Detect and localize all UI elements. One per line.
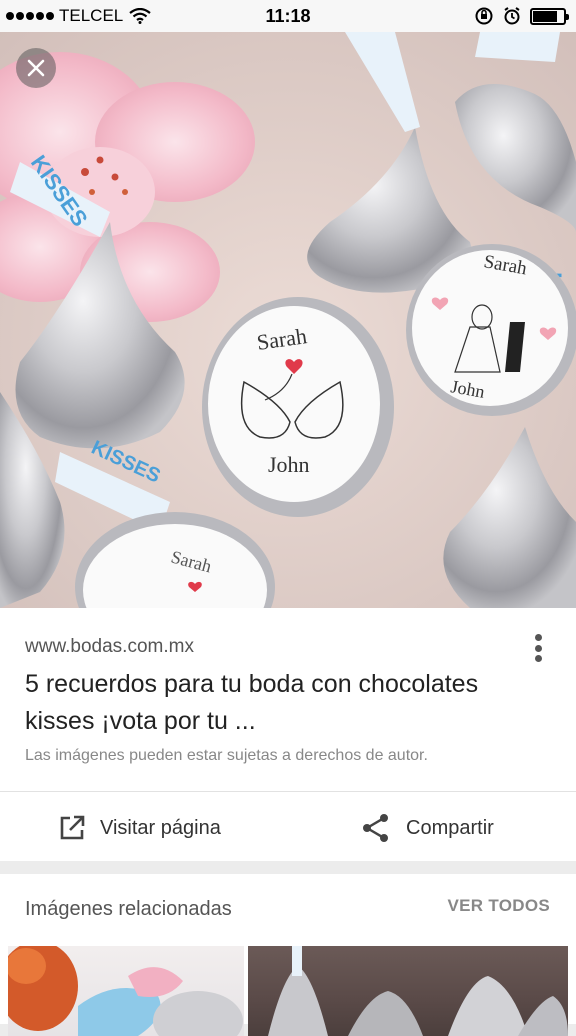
status-right [474, 0, 569, 32]
related-images-card: Imágenes relacionadas VER TODOS [0, 874, 576, 1036]
more-options-icon[interactable] [528, 630, 548, 666]
center-label: Sarah John [202, 297, 394, 517]
related-thumbnail-image [8, 946, 243, 1036]
share-label: Compartir [406, 816, 494, 839]
status-bar: TELCEL 11:18 [0, 0, 576, 32]
related-thumbnail-image [268, 946, 568, 1036]
label-name-bottom: John [268, 452, 310, 477]
orientation-lock-icon [475, 7, 493, 25]
related-thumbnail[interactable] [248, 946, 568, 1036]
close-icon [27, 59, 45, 77]
open-in-new-icon [60, 815, 85, 840]
visit-page-label: Visitar página [100, 816, 221, 839]
related-thumbnail[interactable] [8, 946, 244, 1036]
related-images-title: Imágenes relacionadas [25, 898, 232, 920]
copyright-note: Las imágenes pueden estar sujetas a dere… [25, 747, 428, 764]
share-icon [363, 814, 388, 842]
battery-icon [530, 7, 569, 25]
share-button[interactable]: Compartir [360, 808, 494, 848]
right-label: Sarah John [406, 244, 576, 416]
source-url[interactable]: www.bodas.com.mx [25, 636, 194, 658]
divider [0, 791, 576, 792]
result-info-card: www.bodas.com.mx 5 recuerdos para tu bod… [0, 608, 576, 861]
hero-image[interactable]: KISSES KISSES KISSES Sarah John Sarah Jo… [0, 32, 576, 608]
chocolate-kisses-photo: KISSES KISSES KISSES Sarah John Sarah Jo… [0, 32, 576, 608]
visit-page-button[interactable]: Visitar página [58, 808, 221, 848]
close-button[interactable] [16, 48, 56, 88]
alarm-icon [504, 7, 520, 25]
view-all-link[interactable]: VER TODOS [447, 896, 550, 916]
result-title[interactable]: 5 recuerdos para tu boda con chocolates … [25, 666, 505, 740]
